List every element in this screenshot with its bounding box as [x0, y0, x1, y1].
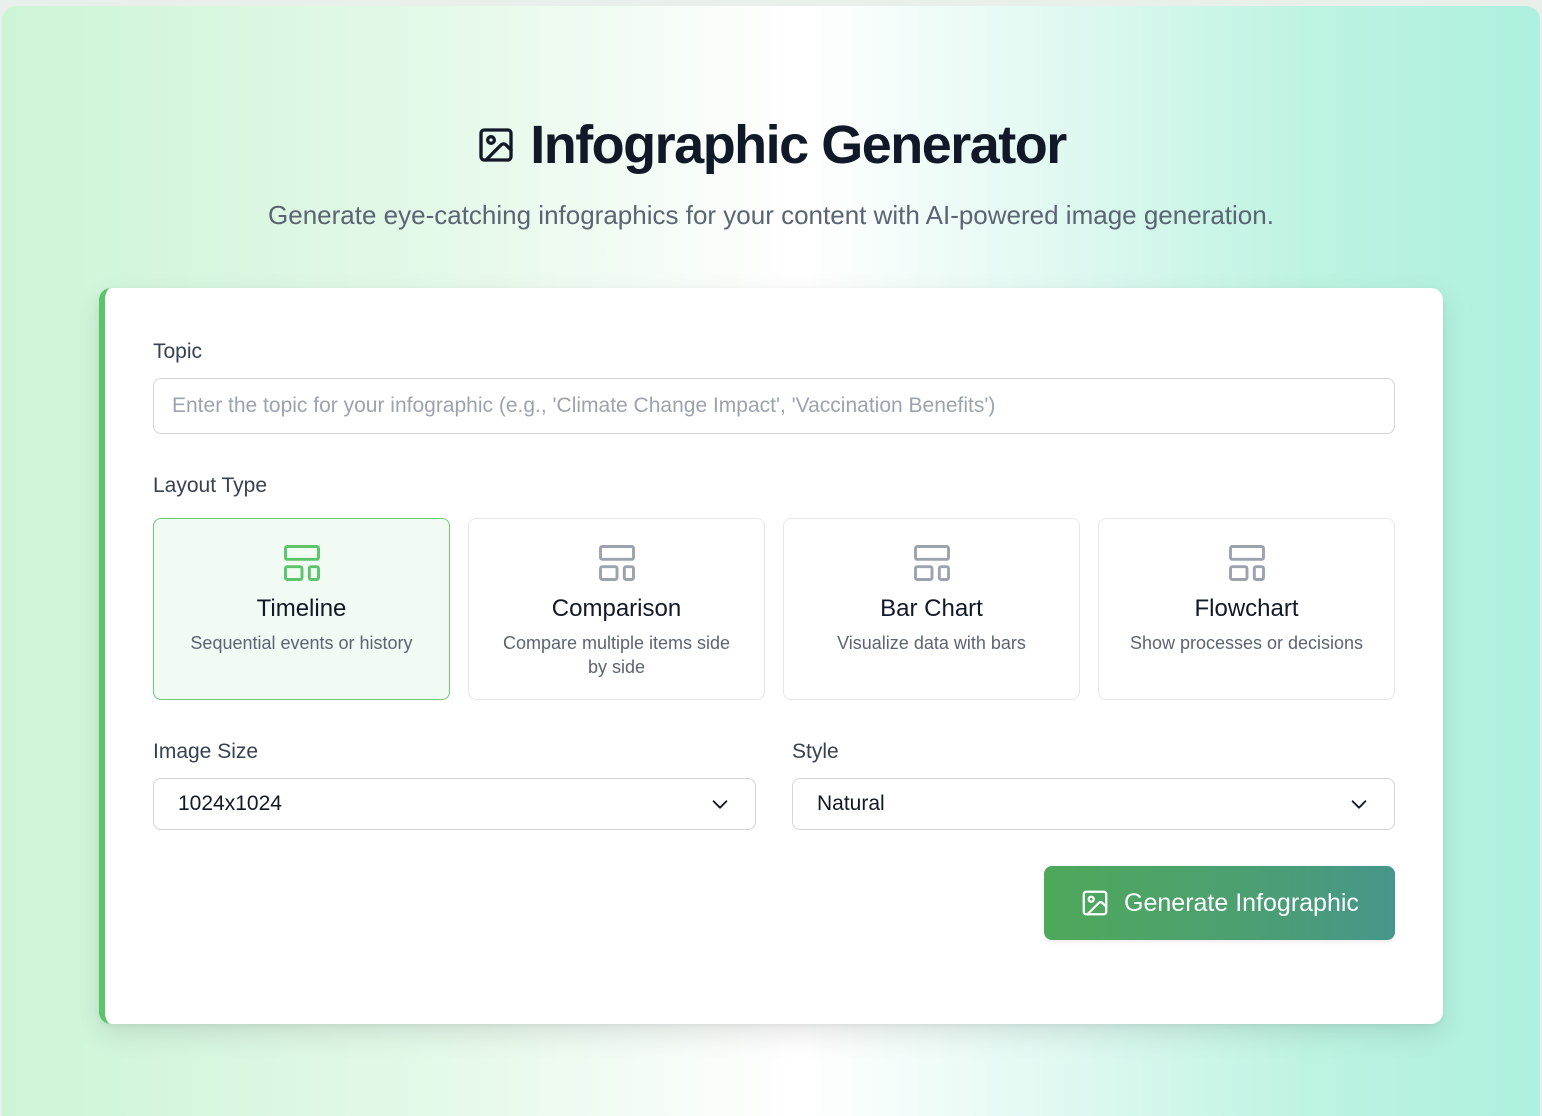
- style-value: Natural: [817, 792, 885, 815]
- image-size-select[interactable]: 1024x1024: [153, 778, 756, 830]
- style-select[interactable]: Natural: [792, 778, 1395, 830]
- layout-option-bar-chart[interactable]: Bar Chart Visualize data with bars: [783, 518, 1080, 700]
- page-title: Infographic Generator: [530, 115, 1067, 175]
- generator-form-card: Topic Layout Type Timeline Sequential ev…: [99, 288, 1443, 1024]
- chevron-down-icon: [1351, 800, 1367, 809]
- topic-input[interactable]: [153, 378, 1395, 434]
- layout-type-label: Layout Type: [153, 474, 268, 497]
- app-frame: Infographic Generator Generate eye-catch…: [2, 6, 1540, 1116]
- layout-option-name: Flowchart: [1194, 595, 1299, 622]
- layout-option-name: Bar Chart: [880, 595, 983, 622]
- layout-option-description: Visualize data with bars: [837, 633, 1026, 653]
- layout-option-name: Timeline: [256, 595, 347, 622]
- image-icon: [1082, 890, 1108, 916]
- layout-type-options: Timeline Sequential events or history Co…: [153, 518, 1395, 700]
- layout-option-flowchart[interactable]: Flowchart Show processes or decisions: [1098, 518, 1395, 700]
- image-size-label: Image Size: [153, 740, 259, 763]
- page-header: Infographic Generator Generate eye-catch…: [2, 114, 1540, 232]
- layout-option-description: Show processes or decisions: [1129, 633, 1364, 653]
- generate-button-label: Generate Infographic: [1124, 888, 1359, 917]
- layout-icon: [1228, 545, 1265, 581]
- layout-icon: [598, 545, 635, 581]
- image-icon: [479, 128, 513, 162]
- generate-infographic-button[interactable]: Generate Infographic: [1044, 866, 1395, 940]
- layout-icon: [283, 545, 320, 581]
- chevron-down-icon: [712, 800, 728, 809]
- page-subtitle: Generate eye-catching infographics for y…: [268, 200, 1274, 230]
- layout-option-description: Compare multiple items side by side: [502, 633, 731, 677]
- image-size-value: 1024x1024: [178, 792, 282, 815]
- style-label: Style: [792, 740, 839, 763]
- layout-option-comparison[interactable]: Comparison Compare multiple items side b…: [468, 518, 765, 700]
- layout-option-description: Sequential events or history: [190, 633, 413, 653]
- layout-option-timeline[interactable]: Timeline Sequential events or history: [153, 518, 450, 700]
- topic-label: Topic: [153, 340, 203, 363]
- layout-option-name: Comparison: [551, 595, 682, 622]
- title-row: Infographic Generator: [476, 114, 1067, 176]
- layout-icon: [913, 545, 950, 581]
